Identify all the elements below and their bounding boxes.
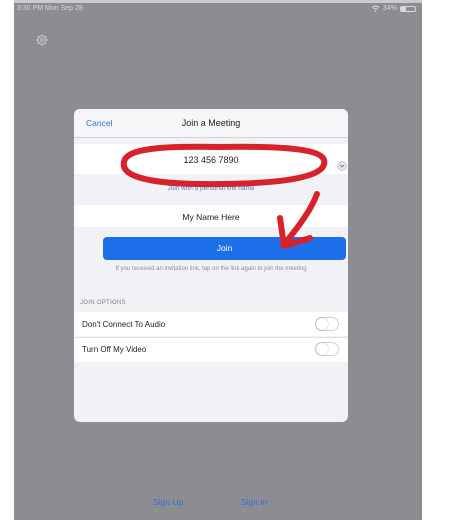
gear-icon[interactable] — [36, 34, 48, 46]
meeting-id-input[interactable]: 123 456 7890 — [88, 155, 334, 165]
right-margin — [422, 0, 456, 520]
chevron-down-icon[interactable] — [337, 161, 347, 171]
status-time: 3:30 PM Mon Sep 28 — [17, 5, 83, 12]
option-label-audio: Don't Connect To Audio — [82, 320, 166, 329]
personal-link-name-link[interactable]: Join with a personal link name — [74, 185, 348, 192]
toggle-video[interactable] — [315, 342, 339, 356]
dialog-header: Cancel Join a Meeting — [74, 109, 348, 138]
join-button[interactable]: Join — [103, 237, 346, 260]
toggle-knob — [316, 343, 328, 355]
app-screen: 3:30 PM Mon Sep 28 34% Cancel Join a Mee — [14, 0, 422, 520]
status-indicators: 34% — [371, 3, 416, 14]
battery-percent: 34% — [382, 5, 397, 12]
option-label-video: Turn Off My Video — [82, 345, 147, 354]
toggle-knob — [316, 318, 328, 330]
sign-up-link[interactable]: Sign Up — [153, 497, 183, 507]
join-options-header: JOIN OPTIONS — [80, 300, 126, 306]
battery-fill — [401, 6, 406, 11]
sign-in-link[interactable]: Sign In — [241, 497, 267, 507]
wifi-icon — [371, 5, 380, 12]
screen-name-input[interactable]: My Name Here — [74, 212, 348, 222]
status-bar: 3:30 PM Mon Sep 28 34% — [14, 3, 422, 14]
dialog-title: Join a Meeting — [181, 118, 241, 128]
battery-icon — [400, 5, 416, 12]
toggle-audio[interactable] — [315, 317, 339, 331]
invitation-hint: If you received an invitation link, tap … — [115, 266, 307, 272]
